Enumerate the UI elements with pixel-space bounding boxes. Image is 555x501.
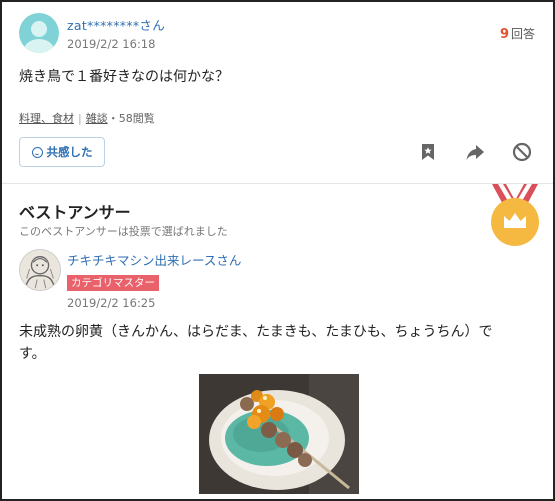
qa-page: zat********さん 2019/2/2 16:18 9 回答 焼き鳥で１番好… (0, 0, 555, 501)
answer-count[interactable]: 9 回答 (500, 25, 535, 42)
tag-link[interactable]: 料理、食材 (19, 112, 74, 125)
category-master-badge: カテゴリマスター (67, 275, 159, 291)
answer-username[interactable]: チキチキマシン出来レースさん (67, 250, 241, 269)
question-date: 2019/2/2 16:18 (67, 37, 156, 51)
answer-user-avatar[interactable] (19, 249, 61, 291)
question-username[interactable]: zat********さん (67, 15, 165, 34)
best-answer-title: ベストアンサー (19, 203, 131, 222)
section-divider (2, 183, 553, 184)
answer-count-number: 9 (499, 27, 509, 42)
best-answer-subtitle: このベストアンサーは投票で選ばれました (19, 225, 228, 238)
smile-icon (31, 146, 43, 158)
empathy-label: 共感した (46, 145, 93, 159)
answer-photo[interactable] (199, 374, 359, 494)
question-meta: 料理、食材 | 雑談・58閲覧 (19, 112, 155, 125)
question-text: 焼き鳥で１番好きなのは何かな？ (19, 69, 229, 85)
view-count: ・58閲覧 (107, 112, 155, 125)
answer-date: 2019/2/2 16:25 (67, 296, 156, 310)
bookmark-icon[interactable] (417, 141, 439, 163)
answer-text: 未成熟の卵黄（きんかん、はらだま、たまきも、たまひも、ちょうちん）です。 (19, 324, 493, 362)
crown-medal-icon (491, 184, 539, 246)
empathy-button[interactable]: 共感した (19, 137, 105, 167)
share-icon[interactable] (464, 141, 486, 163)
tag-link[interactable]: 雑談 (86, 112, 108, 125)
answer-count-label: 回答 (510, 27, 535, 41)
block-icon[interactable] (511, 141, 533, 163)
question-user-avatar[interactable] (19, 13, 59, 53)
